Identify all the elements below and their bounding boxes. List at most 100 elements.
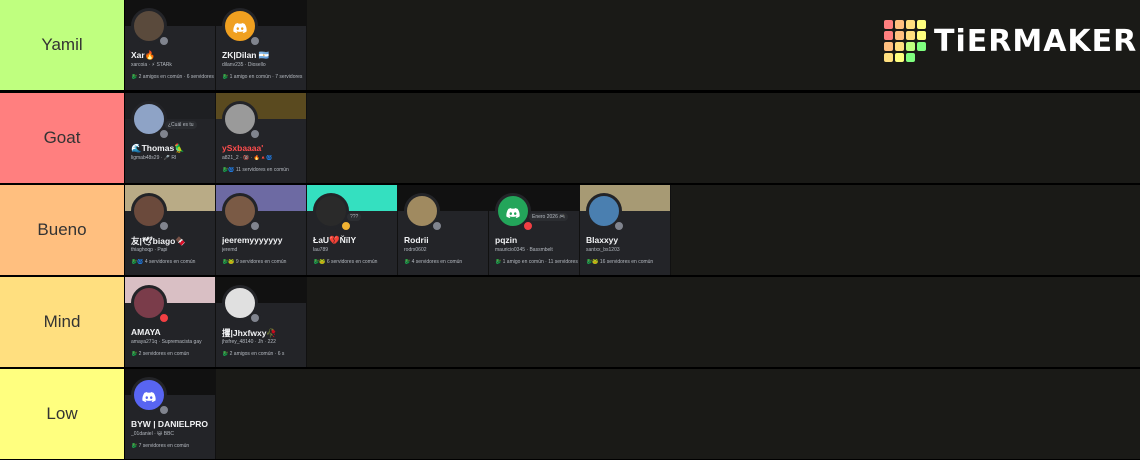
logo-grid-cell [884, 42, 893, 51]
status-dot [158, 220, 170, 232]
logo-grid-cell [895, 20, 904, 29]
username: rodrx0602 [404, 247, 427, 253]
logo-grid-cell [917, 20, 926, 29]
status-dot [158, 128, 170, 140]
logo-grid-cell [917, 53, 926, 62]
mutual-info: 🐉🌀 11 servidores en común [222, 167, 289, 173]
profile-card[interactable]: ??? ŁaU💔ŇïlY lau789 🐉🐸 6 servidores en comú… [307, 185, 398, 275]
profile-card[interactable]: jeeremyyyyyyy jeremd 🐉🐸 9 servidores en co… [216, 185, 307, 275]
mutual-info: 🐉 1 amigo en común · 7 servidores [222, 74, 303, 80]
display-name: BYW | DANIELPRO [131, 419, 208, 429]
discord-logo-icon [142, 389, 156, 402]
status-dot [249, 35, 261, 47]
username: amaya271q · Supremacista gay [131, 339, 202, 345]
display-name: jeeremyyyyyyy [222, 235, 283, 245]
mutual-info: 🐉 4 servidores en común [404, 259, 463, 265]
tier-items: ¿Cuál es tu 🌊Thomas🦜 ligmab48s29 · 🎤 RI ySx… [125, 93, 307, 183]
logo-grid-cell [906, 31, 915, 40]
status-bubble: ¿Cuál es tu [165, 121, 197, 129]
username: santxx_bs1203 [586, 247, 620, 253]
username: xarcoia · ⚡ STARk [131, 62, 172, 68]
username: jeremd [222, 247, 238, 253]
status-dot [613, 220, 625, 232]
tier-label[interactable]: Goat [0, 93, 125, 183]
status-dot [249, 312, 261, 324]
logo-grid-cell [895, 31, 904, 40]
status-dot [249, 128, 261, 140]
mutual-info: 🐉 2 amigos en común · 6 s [222, 351, 285, 357]
display-name: Blaxxyy [586, 235, 619, 245]
profile-card[interactable]: Blaxxyy santxx_bs1203 🐉🐸 16 servidores en … [580, 185, 671, 275]
username: lau789 [313, 247, 329, 253]
logo-grid-cell [917, 42, 926, 51]
mutual-info: 🐉🐸 6 servidores en común [313, 259, 378, 265]
username: ligmab48s29 · 🎤 RI [131, 155, 177, 161]
tiermaker-grid-icon [884, 20, 926, 62]
tier-label[interactable]: Yamil [0, 0, 125, 90]
status-bubble: Enero 2026 🎮 [529, 213, 569, 221]
tiermaker-logo: TiERMAKER [884, 20, 1137, 62]
logo-grid-cell [906, 20, 915, 29]
logo-grid-cell [884, 53, 893, 62]
logo-grid-cell [895, 42, 904, 51]
status-dot [431, 220, 443, 232]
display-name: ZK|Dilan 🇦🇷 [222, 50, 270, 60]
display-name: Rodrii [404, 235, 429, 245]
mutual-info: 🐉🐸 16 servidores en común [586, 259, 654, 265]
mutual-info: 🐉 2 servidores en común [131, 351, 190, 357]
logo-grid-cell [906, 53, 915, 62]
status-dot [158, 404, 170, 416]
tier-row-low: Low BYW | DANIELPRO _01daniel · 😺 BBC 🐉 7 … [0, 369, 1140, 459]
status-dot [249, 220, 261, 232]
display-name: ŁaU💔ŇïlY [313, 235, 357, 245]
profile-card[interactable]: BYW | DANIELPRO _01daniel · 😺 BBC 🐉 7 serv… [125, 369, 216, 459]
profile-card[interactable]: Xar🔥 xarcoia · ⚡ STARk 🐉 2 amigos en común… [125, 0, 216, 90]
status-dot [340, 220, 352, 232]
tier-row-bueno: Bueno 友|🕊biago🍫 thiaghoqp · Papi 🐉🌀 4 serv… [0, 185, 1140, 275]
tier-items: Xar🔥 xarcoia · ⚡ STARk 🐉 2 amigos en común… [125, 0, 307, 90]
discord-logo-icon [506, 205, 520, 218]
tier-label[interactable]: Bueno [0, 185, 125, 275]
tier-label[interactable]: Low [0, 369, 125, 459]
display-name: 攫|Jhxfwxy🥀 [222, 328, 278, 338]
mutual-info: 🐉🐸 9 servidores en común [222, 259, 287, 265]
display-name: Xar🔥 [131, 50, 156, 60]
profile-card[interactable]: ZK|Dilan 🇦🇷 dilanv235 · Diosello 🐉 1 amigo… [216, 0, 307, 90]
discord-logo-icon [233, 20, 247, 33]
tier-items: BYW | DANIELPRO _01daniel · 😺 BBC 🐉 7 serv… [125, 369, 216, 459]
status-bubble: ??? [347, 213, 362, 221]
tiermaker-wordmark: TiERMAKER [934, 23, 1138, 59]
username: dilanv235 · Diosello [222, 62, 266, 68]
display-name: AMAYA [131, 327, 161, 337]
tier-row-goat: Goat ¿Cuál es tu 🌊Thomas🦜 ligmab48s29 · 🎤 … [0, 93, 1140, 183]
mutual-info: 🐉 2 amigos en común · 6 servidores [131, 74, 214, 80]
logo-grid-cell [884, 20, 893, 29]
tier-items: AMAYA amaya271q · Supremacista gay 🐉 2 ser… [125, 277, 307, 367]
profile-card[interactable]: Rodrii rodrx0602 🐉 4 servidores en común [398, 185, 489, 275]
mutual-info: 🐉 7 servidores en común [131, 443, 190, 449]
status-dot [522, 220, 534, 232]
tier-items: 友|🕊biago🍫 thiaghoqp · Papi 🐉🌀 4 servidores… [125, 185, 671, 275]
tier-label[interactable]: Mind [0, 277, 125, 367]
profile-card[interactable]: ¿Cuál es tu 🌊Thomas🦜 ligmab48s29 · 🎤 RI [125, 93, 216, 183]
profile-card[interactable]: Enero 2026 🎮 pqzin mauricio0345 · Bassmbel… [489, 185, 580, 275]
username: mauricio0345 · Bassmbelt [495, 247, 553, 253]
status-dot [158, 312, 170, 324]
profile-card[interactable]: 友|🕊biago🍫 thiaghoqp · Papi 🐉🌀 4 servidores… [125, 185, 216, 275]
logo-grid-cell [917, 31, 926, 40]
username: _01daniel · 😺 BBC [131, 431, 175, 437]
username: thiaghoqp · Papi [131, 247, 168, 253]
mutual-info: 🐉🌀 4 servidores en común [131, 259, 196, 265]
username: jhxfrey_48140 · Jh · 222 [222, 339, 276, 345]
display-name: ySxbaaaa' [222, 143, 264, 153]
status-dot [158, 35, 170, 47]
profile-card[interactable]: 攫|Jhxfwxy🥀 jhxfrey_48140 · Jh · 222 🐉 2 am… [216, 277, 307, 367]
display-name: 友|🕊biago🍫 [131, 236, 186, 246]
tier-row-mind: Mind AMAYA amaya271q · Supremacista gay 🐉 … [0, 277, 1140, 367]
profile-card[interactable]: AMAYA amaya271q · Supremacista gay 🐉 2 ser… [125, 277, 216, 367]
profile-card[interactable]: ySxbaaaa' a821_2 · 🔞 · 🔥🔺🌀 🐉🌀 11 servidore… [216, 93, 307, 183]
logo-grid-cell [884, 31, 893, 40]
logo-grid-cell [895, 53, 904, 62]
display-name: 🌊Thomas🦜 [131, 143, 185, 153]
username: a821_2 · 🔞 · 🔥🔺🌀 [222, 155, 273, 161]
